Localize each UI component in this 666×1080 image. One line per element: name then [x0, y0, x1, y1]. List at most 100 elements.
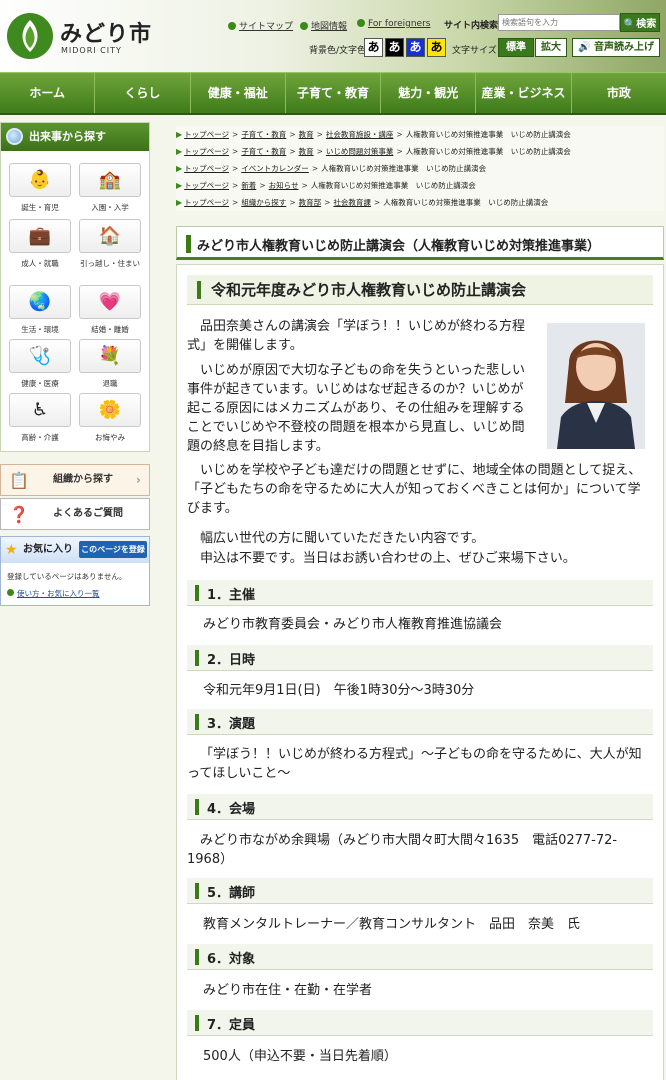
breadcrumb-link[interactable]: 子育て・教育 [241, 130, 286, 139]
breadcrumb-separator: > [289, 198, 296, 207]
org-search-button[interactable]: 📋 組織から探す › [0, 464, 150, 496]
breadcrumb-separator: > [289, 147, 296, 156]
breadcrumb-separator: > [396, 130, 403, 139]
search-button[interactable]: 🔍検索 [620, 13, 660, 32]
breadcrumb-current: 人権教育いじめ対策推進事業 いじめ防止講演会 [405, 130, 571, 139]
event-search-panel: 出来事から探す 👶 誕生・育児 🏫 入園・入学 💼 成人・就職 🏠 引っ越し・住… [0, 122, 150, 452]
nav-childcare-education[interactable]: 子育て・教育 [286, 73, 382, 113]
color-yellow-button[interactable]: あ [427, 38, 446, 57]
speaker-photo [547, 323, 645, 449]
nav-home[interactable]: ホーム [0, 73, 96, 113]
section-datetime: 2．日時 [187, 645, 653, 671]
org-chart-icon: 📋 [9, 471, 29, 490]
event-heading: 令和元年度みどり市人権教育いじめ防止講演会 [187, 275, 653, 305]
color-white-button[interactable]: あ [364, 38, 383, 57]
arrow-right-icon: ▶ [176, 147, 183, 156]
event-medical[interactable]: 🩺 健康・医療 [5, 339, 75, 389]
nav-tourism[interactable]: 魅力・観光 [381, 73, 477, 113]
breadcrumb-link[interactable]: 教育 [299, 147, 314, 156]
breadcrumb-link[interactable]: イベントカレンダー [241, 164, 309, 173]
intro-paragraph-1: 品田奈美さんの講演会「学ぼう！！いじめが終わる方程式」を開催します。 [187, 319, 526, 353]
color-blue-button[interactable]: あ [406, 38, 425, 57]
breadcrumb-link[interactable]: トップページ [184, 181, 229, 190]
page-title-bar: みどり市人権教育いじめ防止講演会（人権教育いじめ対策推進事業） [176, 226, 664, 260]
breadcrumb: ▶ トップページ > 子育て・教育 > 教育 > 社会教育施設・講座 > 人権教育いじめ対策推進事… [176, 126, 664, 211]
site-header: みどり市 MIDORI CITY サイトマップ 地図情報 For foreign… [0, 0, 666, 72]
flower-icon: 💐 [79, 339, 141, 373]
section-lecturer-body: 教育メンタルトレーナー／教育コンサルタント 品田 奈美 氏 [203, 917, 581, 932]
breadcrumb-current: 人権教育いじめ対策推進事業 いじめ防止講演会 [310, 181, 476, 190]
map-info-link[interactable]: 地図情報 [300, 19, 347, 32]
nav-health-welfare[interactable]: 健康・福祉 [191, 73, 286, 113]
event-elderly-care[interactable]: ♿ 高齢・介護 [5, 393, 75, 443]
section-topic-body: 「学ぼう！！いじめが終わる方程式」～子どもの命を守るために、大人が知ってほしいこ… [187, 747, 642, 781]
breadcrumb-link[interactable]: 子育て・教育 [241, 147, 286, 156]
nav-business[interactable]: 産業・ビジネス [476, 73, 572, 113]
breadcrumb-link[interactable]: 組織から探す [241, 198, 286, 207]
breadcrumb-line: ▶ トップページ > 子育て・教育 > 教育 > いじめ問題対策事業 > 人権教育いじめ対策推進事… [176, 143, 664, 160]
section-venue: 4．会場 [187, 794, 653, 820]
fontsize-standard-button[interactable]: 標準 [498, 38, 534, 57]
color-label: 背景色/文字色 [309, 46, 367, 56]
breadcrumb-link[interactable]: 社会教育課 [333, 198, 371, 207]
event-birth[interactable]: 👶 誕生・育児 [5, 163, 75, 213]
color-black-button[interactable]: あ [385, 38, 404, 57]
intro-paragraph-2: いじめが原因で大切な子どもの命を失うといった悲しい事件が起きています。いじめはな… [187, 363, 526, 454]
section-datetime-body: 令和元年9月1日(日) 午後1時30分～3時30分 [203, 683, 475, 698]
nav-living[interactable]: くらし [95, 73, 191, 113]
search-icon: 🔍 [623, 19, 637, 30]
event-search-header: 出来事から探す [1, 123, 149, 151]
arrow-right-icon: ▶ [176, 164, 183, 173]
event-school-entry[interactable]: 🏫 入園・入学 [75, 163, 145, 213]
favorites-register-button[interactable]: このページを登録 [79, 541, 147, 558]
section-capacity: 7．定員 [187, 1010, 653, 1036]
breadcrumb-separator: > [259, 181, 266, 190]
wheelchair-icon: ♿ [9, 393, 71, 427]
event-grid: 👶 誕生・育児 🏫 入園・入学 💼 成人・就職 🏠 引っ越し・住まい 🌏 生活・… [1, 151, 149, 451]
breadcrumb-separator: > [232, 130, 239, 139]
chevron-right-icon: › [136, 473, 141, 487]
breadcrumb-link[interactable]: お知らせ [269, 181, 299, 190]
breadcrumb-line: ▶ トップページ > 組織から探す > 教育部 > 社会教育課 > 人権教育いじめ対策推進事業 い… [176, 194, 664, 211]
event-marriage[interactable]: 💗 結婚・離婚 [75, 285, 145, 335]
breadcrumb-separator: > [232, 181, 239, 190]
breadcrumb-link[interactable]: トップページ [184, 130, 229, 139]
breadcrumb-current: 人権教育いじめ対策推進事業 いじめ防止講演会 [383, 198, 549, 207]
event-retirement[interactable]: 💐 退職 [75, 339, 145, 389]
search-label: サイト内検索 [444, 21, 499, 31]
breadcrumb-link[interactable]: トップページ [184, 147, 229, 156]
breadcrumb-link[interactable]: トップページ [184, 164, 229, 173]
fontsize-large-button[interactable]: 拡大 [535, 38, 567, 57]
heart-icon: 💗 [79, 285, 141, 319]
event-employment[interactable]: 💼 成人・就職 [5, 219, 75, 269]
voice-read-button[interactable]: 🔊 音声読み上げ [572, 38, 660, 57]
page-title: みどり市人権教育いじめ防止講演会（人権教育いじめ対策推進事業） [197, 239, 601, 254]
arrow-right-icon: ▶ [176, 181, 183, 190]
section-audience-body: みどり市在住・在勤・在学者 [203, 983, 373, 998]
nav-city-government[interactable]: 市政 [572, 73, 666, 113]
breadcrumb-separator: > [396, 147, 403, 156]
breadcrumb-link[interactable]: いじめ問題対策事業 [326, 147, 394, 156]
breadcrumb-separator: > [232, 164, 239, 173]
speaker-icon: 🔊 [578, 42, 591, 53]
bullet-icon [357, 19, 365, 27]
briefcase-icon: 💼 [9, 219, 71, 253]
breadcrumb-link[interactable]: 社会教育施設・講座 [326, 130, 394, 139]
site-name[interactable]: みどり市 [60, 16, 152, 48]
faq-button[interactable]: ❓ よくあるご質問 [0, 498, 150, 530]
breadcrumb-link[interactable]: 教育部 [299, 198, 322, 207]
event-condolence[interactable]: 🌼 お悔やみ [75, 393, 145, 443]
breadcrumb-link[interactable]: トップページ [184, 198, 229, 207]
section-organizer: 1．主催 [187, 580, 653, 606]
breadcrumb-link[interactable]: 教育 [299, 130, 314, 139]
foreigners-link[interactable]: For foreigners [357, 19, 430, 29]
bullet-icon [228, 22, 236, 30]
sitemap-link[interactable]: サイトマップ [228, 19, 293, 32]
search-input[interactable] [498, 14, 620, 31]
city-logo-icon[interactable] [6, 12, 54, 60]
event-environment[interactable]: 🌏 生活・環境 [5, 285, 75, 335]
favorites-help-link[interactable]: 使い方・お気に入り一覧 [1, 586, 149, 605]
breadcrumb-current: 人権教育いじめ対策推進事業 いじめ防止講演会 [405, 147, 571, 156]
event-moving[interactable]: 🏠 引っ越し・住まい [75, 219, 145, 269]
breadcrumb-link[interactable]: 新着 [241, 181, 256, 190]
